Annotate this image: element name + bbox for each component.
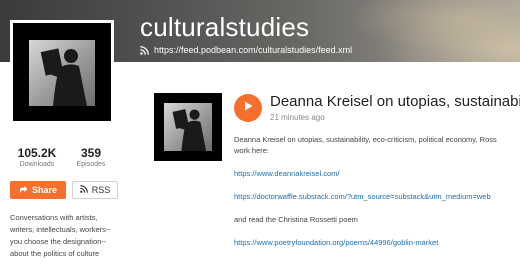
cover-silhouette-image [29, 40, 95, 106]
episode-link[interactable]: https://doctorwaffle.substack.com/?utm_s… [234, 192, 491, 201]
play-button[interactable] [234, 94, 262, 122]
episode-summary: Deanna Kreisel on utopias, sustainabilit… [234, 134, 520, 248]
share-button[interactable]: Share [10, 181, 66, 199]
episode-summary-line: Deanna Kreisel on utopias, sustainabilit… [234, 135, 497, 144]
rss-icon [79, 185, 88, 195]
downloads-stat: 105.2K Downloads [10, 146, 64, 170]
share-label: Share [31, 185, 57, 195]
episode-link[interactable]: https://www.poetryfoundation.org/poems/4… [234, 238, 438, 247]
rss-label: RSS [91, 185, 111, 195]
downloads-label: Downloads [19, 161, 55, 168]
episode-title[interactable]: Deanna Kreisel on utopias, sustainabilit… [270, 93, 520, 110]
podcast-description: Conversations with artists, writers, int… [10, 213, 111, 258]
play-icon [242, 99, 254, 117]
downloads-count: 105.2K [17, 146, 57, 160]
rss-icon [140, 45, 149, 55]
feed-url[interactable]: https://feed.podbean.com/culturalstudies… [154, 45, 352, 55]
podcast-stats: 105.2K Downloads 359 Episodes [10, 146, 118, 170]
podcast-title: culturalstudies [140, 12, 310, 42]
episode-link[interactable]: https://www.deannakreisel.com/ [234, 169, 339, 178]
episode-summary-line: work here: [234, 146, 270, 155]
episodes-count: 359 [80, 146, 102, 160]
thumbnail-silhouette-image [164, 103, 212, 151]
episodes-stat: 359 Episodes [64, 146, 118, 170]
episode-text: and read the Christina Rossetti poem [234, 215, 358, 224]
podcast-cover-image [10, 20, 114, 124]
episode-thumbnail[interactable] [154, 93, 222, 161]
feed-url-row[interactable]: https://feed.podbean.com/culturalstudies… [140, 44, 352, 56]
episode-timestamp: 21 minutes ago [270, 113, 325, 122]
rss-button[interactable]: RSS [72, 181, 118, 199]
episodes-label: Episodes [76, 161, 106, 168]
share-icon [19, 185, 28, 196]
